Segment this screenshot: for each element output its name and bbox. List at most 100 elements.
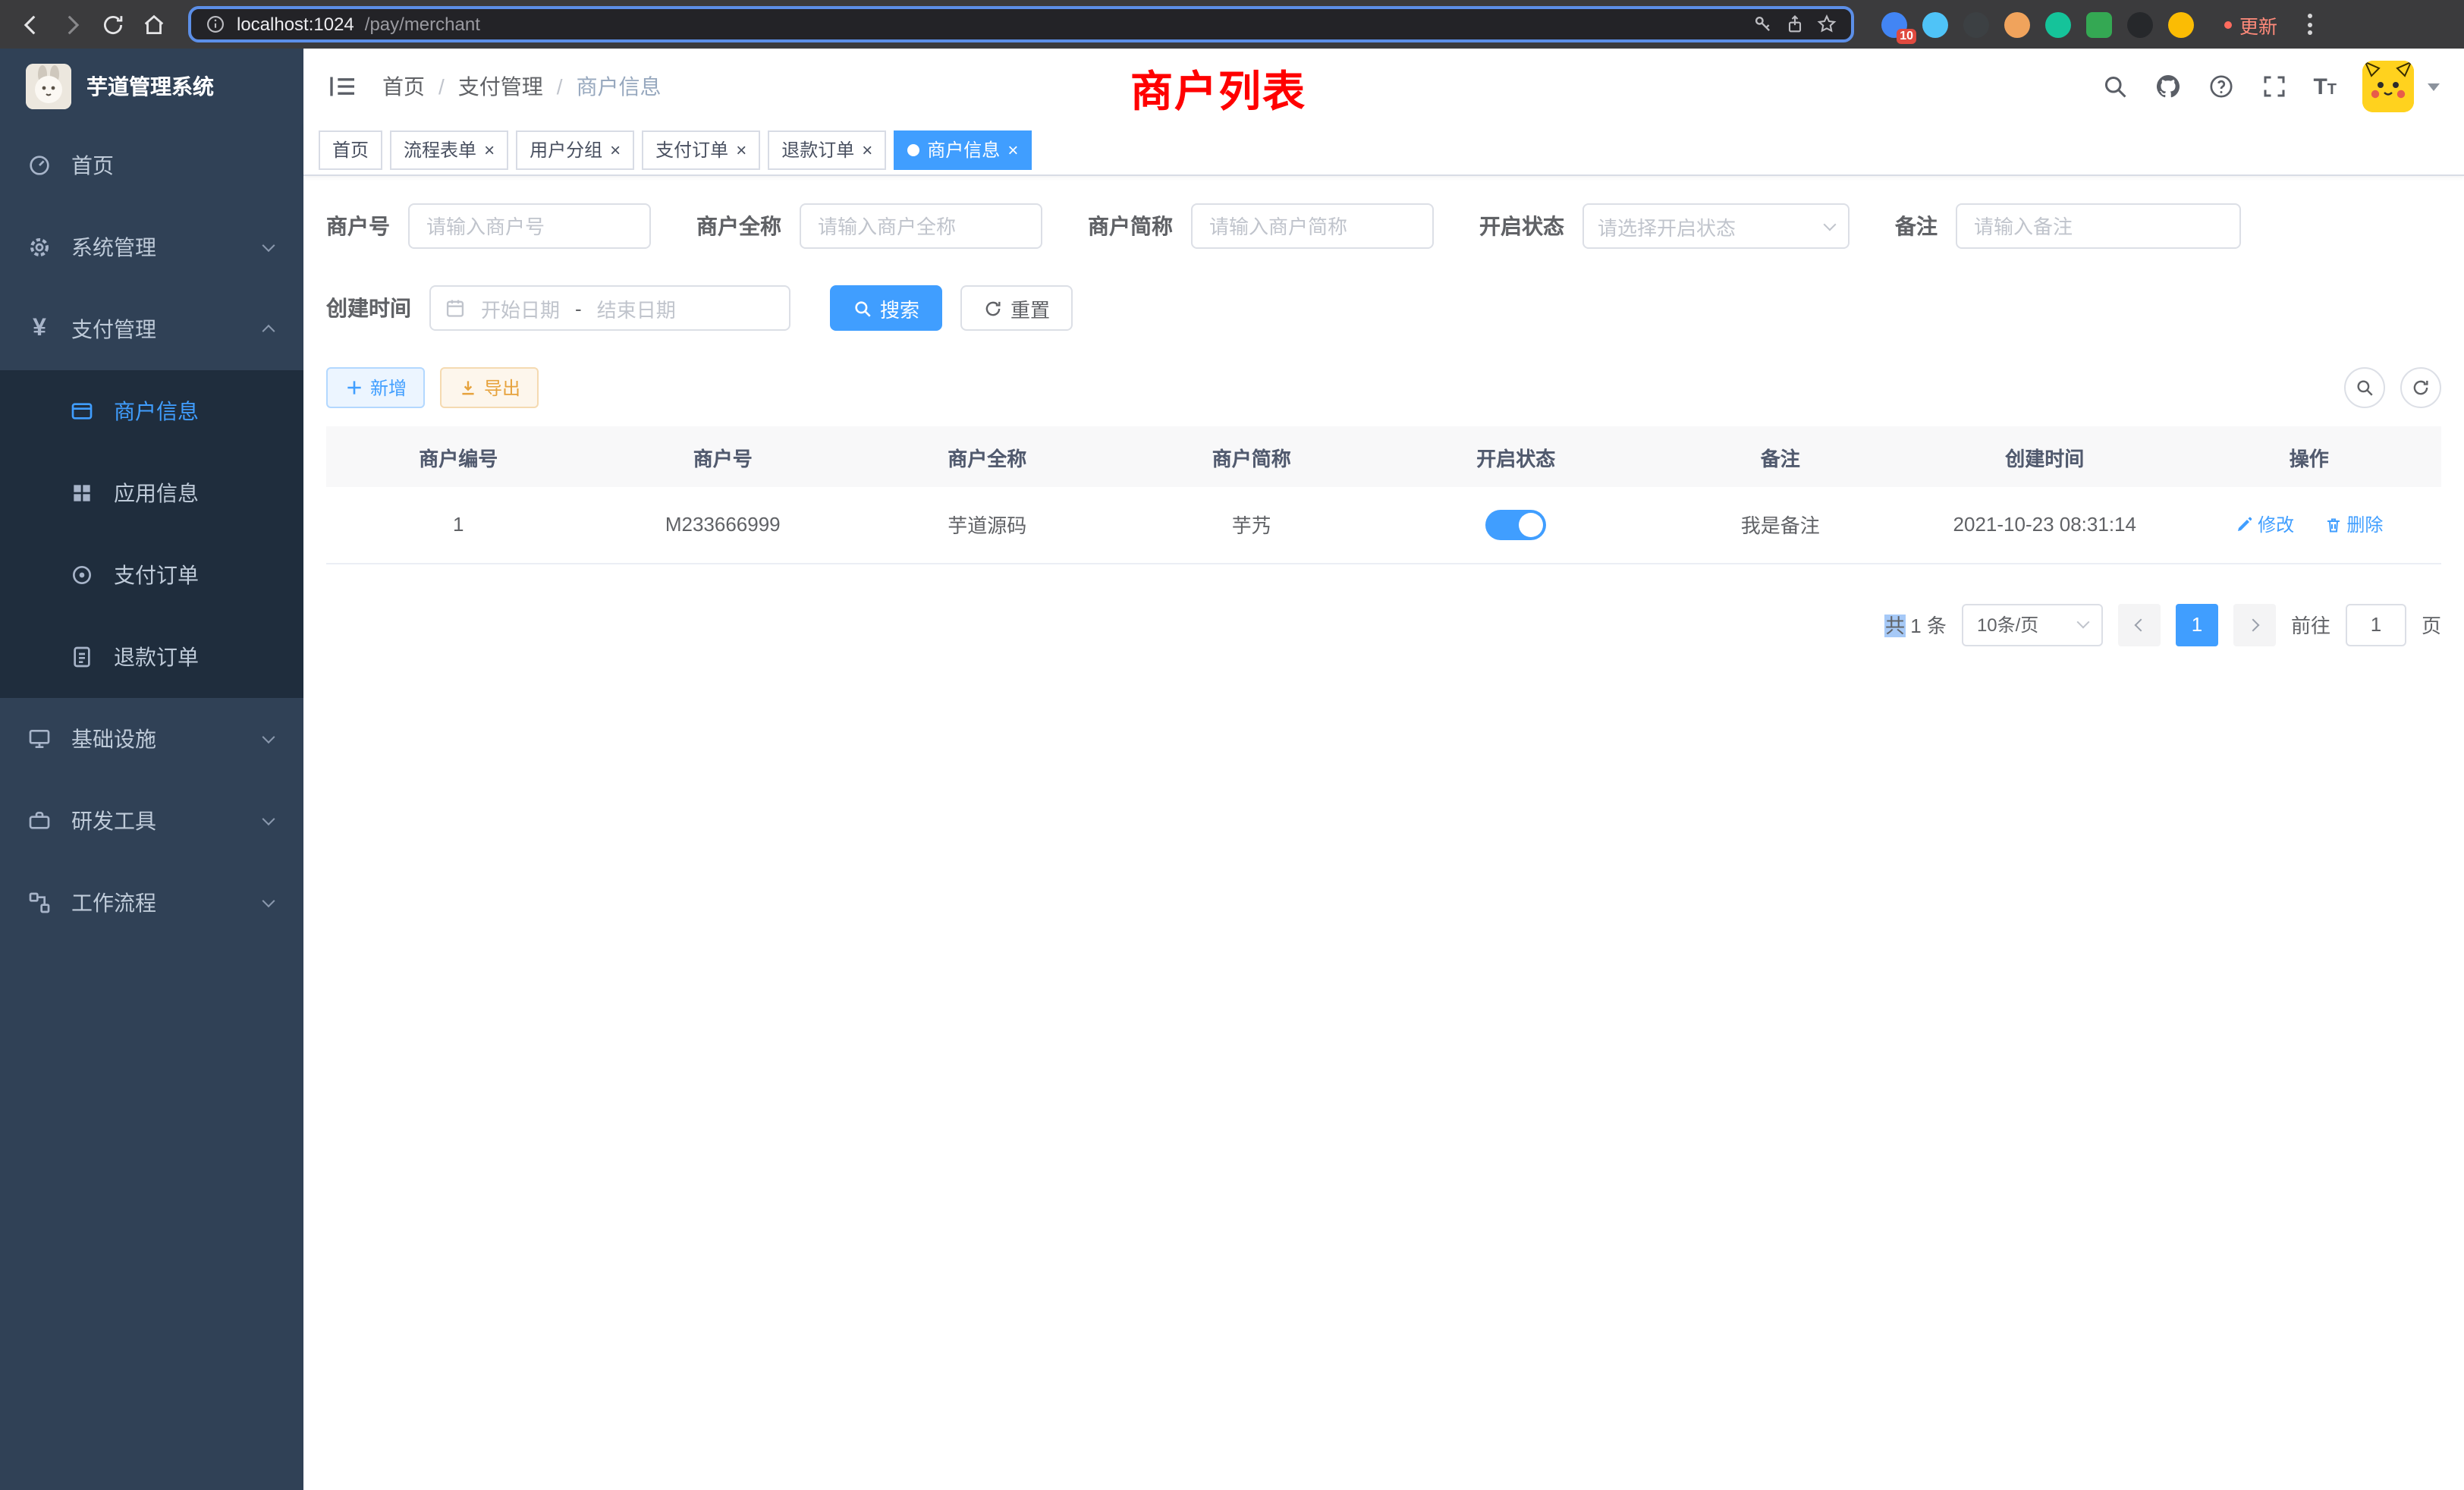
page-content: 商户号 商户全称 商户简称 开启状态 请选择开启状态 [303, 176, 2464, 1490]
forward-icon[interactable] [59, 11, 85, 37]
tab-user-group[interactable]: 用户分组× [516, 130, 634, 169]
prev-page-button[interactable] [2118, 603, 2161, 646]
reload-icon[interactable] [100, 11, 126, 37]
merchant-no-input[interactable] [408, 203, 651, 249]
sidebar-item-payment[interactable]: ¥ 支付管理 [0, 288, 303, 370]
browser-menu-icon[interactable] [2308, 14, 2312, 35]
chevron-down-icon [262, 731, 275, 743]
close-icon[interactable]: × [736, 140, 746, 159]
filter-label: 商户全称 [696, 211, 781, 241]
tab-home[interactable]: 首页 [319, 130, 382, 169]
font-size-icon[interactable]: TT [2313, 75, 2337, 98]
extension-icon[interactable] [2004, 11, 2030, 37]
delete-link[interactable]: 删除 [2324, 511, 2383, 537]
sidebar-menu: 首页 系统管理 ¥ 支付管理 商户信息 [0, 124, 303, 944]
close-icon[interactable]: × [862, 140, 872, 159]
github-icon[interactable] [2154, 73, 2181, 100]
tags-view-bar: 首页 流程表单× 用户分组× 支付订单× 退款订单× 商户信息× [303, 124, 2464, 176]
avatar[interactable] [2362, 61, 2414, 112]
workflow-icon [27, 891, 52, 915]
key-icon[interactable] [1752, 14, 1774, 35]
hamburger-icon[interactable] [328, 71, 358, 102]
export-button[interactable]: 导出 [440, 367, 539, 408]
goto-label: 前往 [2291, 610, 2330, 639]
close-icon[interactable]: × [610, 140, 621, 159]
create-time-range-picker[interactable]: 开始日期 - 结束日期 [429, 285, 790, 331]
back-icon[interactable] [18, 11, 44, 37]
breadcrumb-home[interactable]: 首页 [382, 71, 425, 102]
next-page-button[interactable] [2233, 603, 2276, 646]
status-toggle[interactable] [1485, 510, 1546, 540]
chevron-down-icon [1824, 218, 1837, 231]
tab-refund-order[interactable]: 退款订单× [768, 130, 886, 169]
merchant-full-name-input[interactable] [800, 203, 1042, 249]
chevron-down-icon [262, 894, 275, 907]
document-icon [70, 645, 94, 669]
dashboard-icon [27, 153, 52, 178]
remark-input[interactable] [1956, 203, 2241, 249]
page-size-select[interactable]: 10条/页 [1962, 603, 2103, 646]
edit-link[interactable]: 修改 [2235, 511, 2294, 537]
tab-merchant-info[interactable]: 商户信息× [894, 130, 1032, 169]
help-icon[interactable] [2207, 73, 2234, 100]
status-select[interactable]: 请选择开启状态 [1582, 203, 1850, 249]
close-icon[interactable]: × [484, 140, 495, 159]
search-icon [853, 298, 872, 318]
sidebar-item-home[interactable]: 首页 [0, 124, 303, 206]
sidebar-item-workflow[interactable]: 工作流程 [0, 862, 303, 944]
merchant-short-name-input[interactable] [1191, 203, 1434, 249]
url-bar[interactable]: localhost:1024/pay/merchant [188, 6, 1854, 42]
cell-merchant-no: M233666999 [591, 487, 856, 563]
share-icon[interactable] [1784, 14, 1806, 35]
sidebar-item-pay-order[interactable]: 支付订单 [0, 534, 303, 616]
extension-icon[interactable] [1963, 11, 1989, 37]
avatar-caret-icon[interactable] [2428, 83, 2440, 90]
home-icon[interactable] [141, 11, 167, 37]
extension-icon[interactable] [2045, 11, 2071, 37]
extension-icon[interactable] [2168, 11, 2194, 37]
target-icon [70, 563, 94, 587]
breadcrumb-payment[interactable]: 支付管理 [458, 71, 543, 102]
end-date-placeholder: 结束日期 [597, 294, 676, 322]
tab-process-form[interactable]: 流程表单× [390, 130, 508, 169]
extension-icon[interactable] [2127, 11, 2153, 37]
refresh-table-button[interactable] [2400, 367, 2441, 408]
app-logo[interactable]: 芋道管理系统 [0, 49, 303, 124]
update-dot [2224, 20, 2232, 28]
breadcrumb: 首页 / 支付管理 / 商户信息 [382, 71, 662, 102]
search-icon[interactable] [2101, 73, 2128, 100]
sidebar-item-label: 系统管理 [71, 232, 156, 262]
search-button[interactable]: 搜索 [830, 285, 942, 331]
filter-label: 开启状态 [1479, 211, 1564, 241]
download-icon [458, 378, 478, 398]
top-navbar: 首页 / 支付管理 / 商户信息 商户列表 TT [303, 49, 2464, 124]
sidebar-item-refund-order[interactable]: 退款订单 [0, 616, 303, 698]
sidebar-item-infrastructure[interactable]: 基础设施 [0, 698, 303, 780]
extension-icon[interactable] [2086, 11, 2112, 37]
add-button[interactable]: 新增 [326, 367, 425, 408]
close-icon[interactable]: × [1007, 140, 1018, 159]
total-count: 共 1 条 [1885, 610, 1947, 639]
browser-update-button[interactable]: 更新 [2224, 10, 2277, 39]
extension-icon[interactable] [1922, 11, 1948, 37]
info-icon[interactable] [205, 14, 226, 35]
sidebar-item-merchant-info[interactable]: 商户信息 [0, 370, 303, 452]
filter-label: 商户号 [326, 211, 390, 241]
tab-pay-order[interactable]: 支付订单× [642, 130, 760, 169]
col-short-name: 商户简称 [1120, 426, 1384, 487]
fullscreen-icon[interactable] [2260, 73, 2287, 100]
sidebar-item-app-info[interactable]: 应用信息 [0, 452, 303, 534]
reset-button[interactable]: 重置 [960, 285, 1073, 331]
extension-icon[interactable]: 10 [1881, 11, 1907, 37]
goto-page-input[interactable] [2346, 603, 2406, 646]
bookmark-star-icon[interactable] [1816, 14, 1837, 35]
chevron-down-icon [262, 813, 275, 825]
sidebar-item-dev-tools[interactable]: 研发工具 [0, 780, 303, 862]
toggle-search-button[interactable] [2344, 367, 2385, 408]
page-number-button[interactable]: 1 [2176, 603, 2218, 646]
sidebar-item-system[interactable]: 系统管理 [0, 206, 303, 288]
card-icon [70, 399, 94, 423]
extensions-area: 10 [1881, 11, 2194, 37]
filter-label: 创建时间 [326, 293, 411, 323]
red-annotation: 商户列表 [1130, 59, 1306, 120]
